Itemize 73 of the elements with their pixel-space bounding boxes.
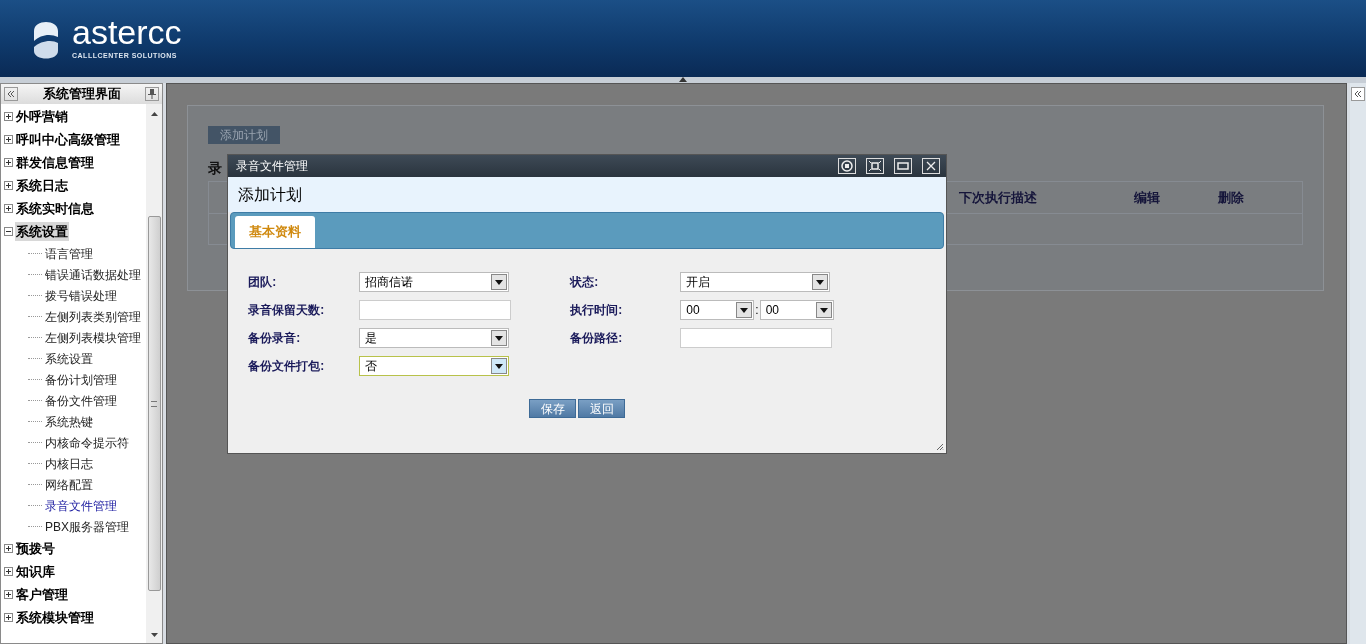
tree-child-item[interactable]: 左侧列表模块管理 bbox=[45, 328, 141, 347]
tree-child-item[interactable]: 备份文件管理 bbox=[45, 391, 117, 410]
tree-child-item[interactable]: 系统设置 bbox=[45, 349, 93, 368]
dropdown-field[interactable]: 招商信诺 bbox=[359, 272, 510, 292]
pin-button[interactable] bbox=[145, 87, 160, 101]
field-label: 团队: bbox=[248, 274, 278, 291]
dialog-button[interactable]: 返回 bbox=[578, 399, 626, 418]
resize-grip-icon[interactable] bbox=[936, 443, 945, 451]
dialog-title: 录音文件管理 bbox=[236, 158, 309, 175]
tree-child-item[interactable]: 录音文件管理 bbox=[45, 496, 117, 515]
tree-child-item[interactable]: 错误通话数据处理 bbox=[45, 265, 141, 284]
tree-child-item[interactable]: 备份计划管理 bbox=[45, 370, 117, 389]
double-chevron-icon[interactable] bbox=[1354, 91, 1363, 97]
field-label: 备份路径: bbox=[570, 330, 624, 347]
tree-group-item[interactable]: 呼叫中心高级管理 bbox=[15, 129, 121, 150]
close-icon[interactable] bbox=[922, 158, 941, 174]
maximize-icon[interactable] bbox=[866, 158, 885, 174]
sidebar-title: 系统管理界面 bbox=[42, 85, 121, 104]
expand-icon[interactable] bbox=[4, 135, 13, 144]
time-separator: : bbox=[754, 302, 760, 319]
collapse-arrow-icon[interactable] bbox=[679, 77, 687, 82]
tree-child-item[interactable]: 网络配置 bbox=[45, 475, 93, 494]
logo-text: astercc bbox=[72, 15, 182, 50]
collapse-button[interactable] bbox=[4, 87, 18, 101]
tree-group-item[interactable]: 系统设置 bbox=[15, 221, 69, 242]
text-input-field[interactable] bbox=[359, 300, 512, 320]
text-input-field[interactable] bbox=[680, 328, 833, 348]
expand-icon[interactable] bbox=[4, 544, 13, 553]
collapse-icon[interactable] bbox=[4, 227, 13, 236]
tree-group-item[interactable]: 预拨号 bbox=[15, 538, 56, 559]
restore-icon[interactable] bbox=[838, 158, 857, 174]
expand-icon[interactable] bbox=[4, 567, 13, 576]
field-label: 备份文件打包: bbox=[248, 358, 326, 375]
scroll-up-icon[interactable] bbox=[150, 112, 158, 116]
tree-group-item[interactable]: 知识库 bbox=[15, 561, 56, 582]
scrollbar[interactable] bbox=[146, 104, 163, 643]
expand-icon[interactable] bbox=[4, 204, 13, 213]
expand-icon[interactable] bbox=[4, 590, 13, 599]
expand-icon[interactable] bbox=[4, 158, 13, 167]
dropdown-field[interactable]: 否 bbox=[359, 356, 510, 376]
dropdown-field[interactable]: 00 bbox=[759, 300, 834, 320]
column-header: 下次执行描述 bbox=[959, 188, 1039, 207]
tree-group-item[interactable]: 系统实时信息 bbox=[15, 198, 95, 219]
dropdown-field[interactable]: 00 bbox=[680, 300, 755, 320]
expand-icon[interactable] bbox=[4, 112, 13, 121]
dialog-heading: 添加计划 bbox=[238, 184, 303, 205]
expand-button[interactable] bbox=[1351, 87, 1366, 101]
expand-icon[interactable] bbox=[4, 613, 13, 622]
section-title: 录 bbox=[208, 159, 223, 178]
tree-child-item[interactable]: PBX服务器管理 bbox=[45, 517, 129, 536]
tree-group-item[interactable]: 外呼营销 bbox=[15, 106, 69, 127]
expand-icon[interactable] bbox=[4, 181, 13, 190]
tree-child-item[interactable]: 内核命令提示符 bbox=[45, 433, 129, 452]
dropdown-field[interactable]: 是 bbox=[359, 328, 510, 348]
field-label: 执行时间: bbox=[570, 302, 624, 319]
field-label: 状态: bbox=[570, 274, 600, 291]
tree-child-item[interactable]: 内核日志 bbox=[45, 454, 93, 473]
tree-child-item[interactable]: 拨号错误处理 bbox=[45, 286, 117, 305]
tree-group-item[interactable]: 客户管理 bbox=[15, 584, 69, 605]
field-label: 录音保留天数: bbox=[248, 302, 326, 319]
tree-group-item[interactable]: 系统日志 bbox=[15, 175, 69, 196]
tree-child-item[interactable]: 语言管理 bbox=[45, 244, 93, 263]
minimize-icon[interactable] bbox=[894, 158, 913, 174]
dropdown-field[interactable]: 开启 bbox=[680, 272, 831, 292]
tree-child-item[interactable]: 左侧列表类别管理 bbox=[45, 307, 141, 326]
tree-group-item[interactable]: 群发信息管理 bbox=[15, 152, 95, 173]
column-header: 删除 bbox=[1218, 188, 1246, 207]
field-label: 备份录音: bbox=[248, 330, 302, 347]
tree-child-item[interactable]: 系统热键 bbox=[45, 412, 93, 431]
double-chevron-icon[interactable] bbox=[7, 91, 15, 97]
scroll-down-icon[interactable] bbox=[150, 633, 158, 637]
column-header: 编辑 bbox=[1134, 188, 1162, 207]
tree-group-item[interactable]: 系统模块管理 bbox=[15, 607, 95, 628]
